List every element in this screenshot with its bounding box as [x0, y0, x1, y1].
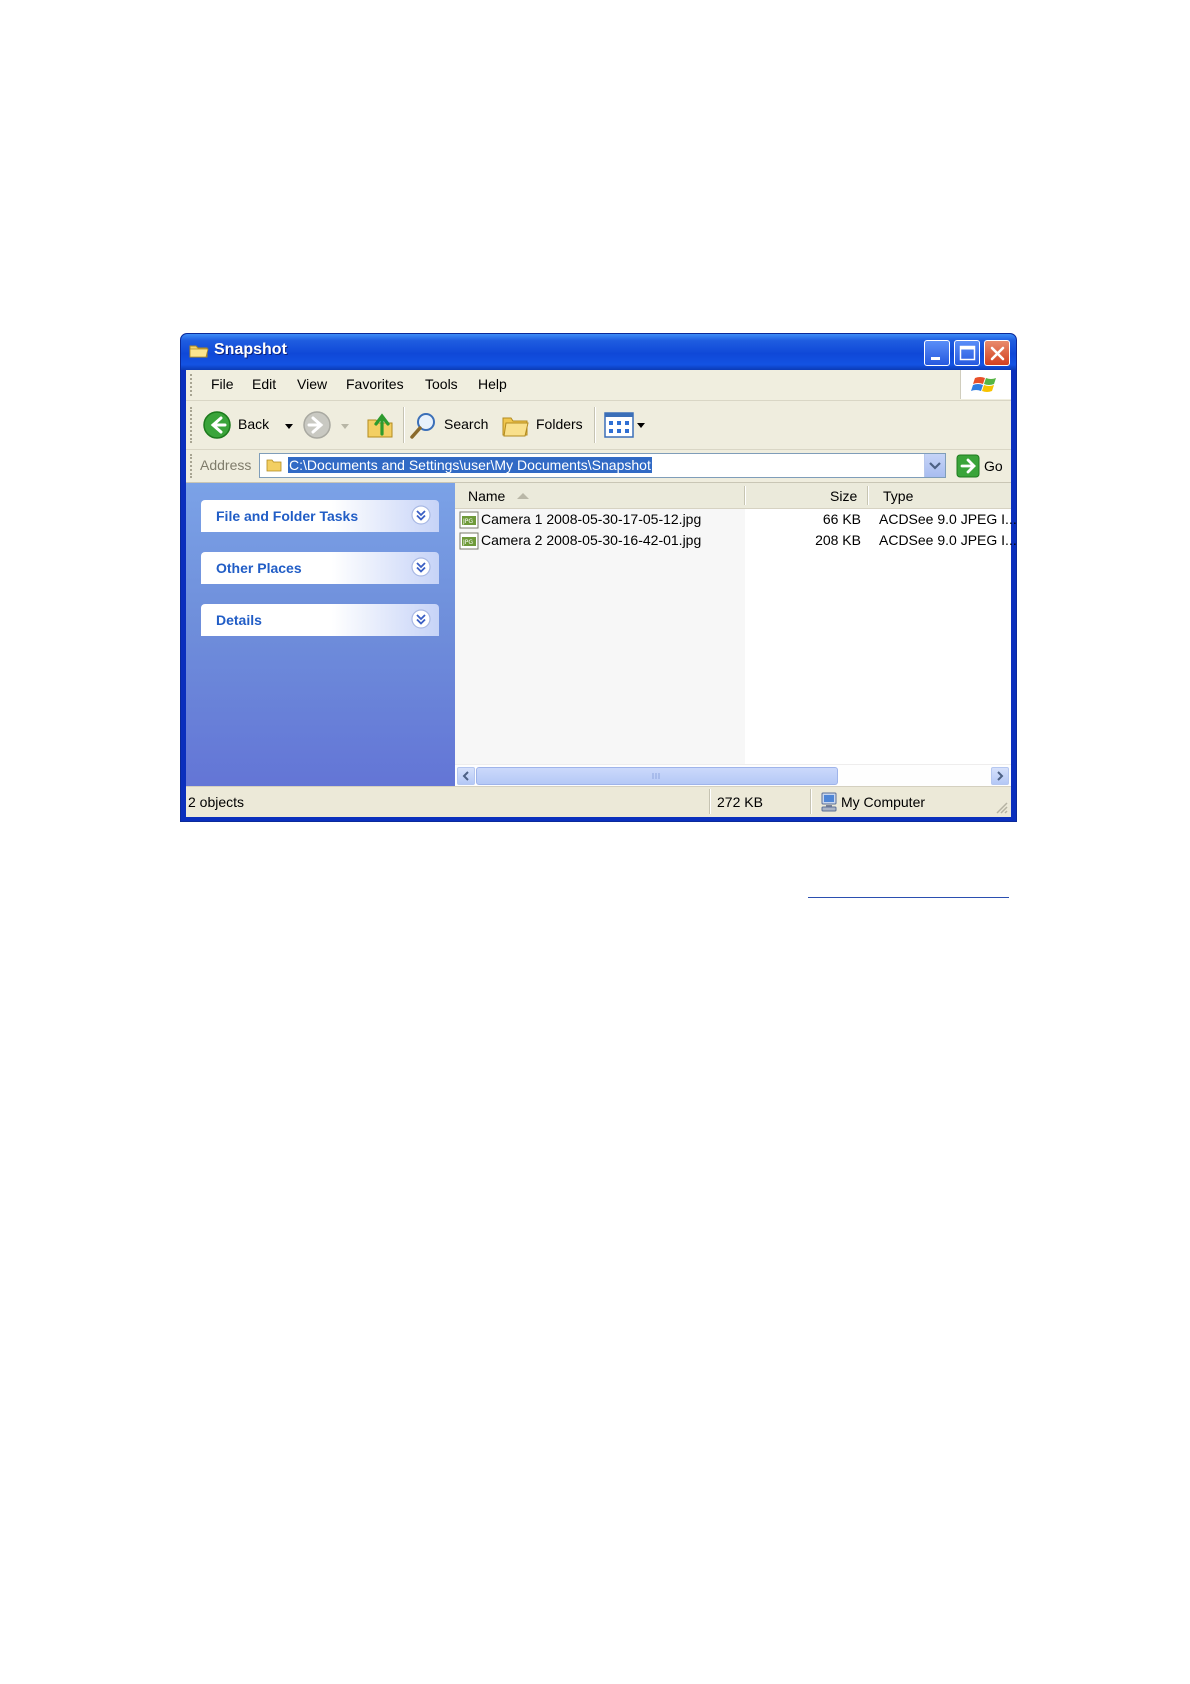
minimize-button[interactable] — [924, 340, 950, 366]
address-grip — [190, 454, 195, 478]
menu-view[interactable]: View — [297, 376, 327, 392]
forward-arrow-icon — [303, 411, 331, 439]
menu-file[interactable]: File — [211, 376, 234, 392]
address-bar: Address C:\Documents and Settings\user\M… — [186, 450, 1011, 483]
jpeg-file-icon: JPG — [459, 511, 479, 529]
panel-file-and-folder-tasks[interactable]: File and Folder Tasks — [201, 500, 439, 532]
file-name: Camera 2 2008-05-30-16-42-01.jpg — [481, 532, 702, 548]
menu-bar: File Edit View Favorites Tools Help — [186, 370, 1011, 401]
status-bar: 2 objects 272 KB My Computer — [186, 786, 1011, 817]
toolbar-separator — [403, 407, 405, 443]
chevron-right-icon — [997, 771, 1004, 781]
search-button[interactable]: Search — [409, 409, 489, 441]
address-label: Address — [200, 457, 252, 473]
maximize-icon — [959, 345, 976, 361]
panel-title: Other Places — [216, 560, 302, 576]
panel-title: Details — [216, 612, 262, 628]
file-row[interactable]: JPG Camera 1 2008-05-30-17-05-12.jpg 66 … — [455, 509, 1016, 530]
forward-button[interactable] — [302, 409, 350, 441]
folder-icon — [266, 459, 282, 472]
panel-details[interactable]: Details — [201, 604, 439, 636]
chevron-left-icon — [462, 771, 469, 781]
status-total-size: 272 KB — [717, 794, 763, 810]
horizontal-rule — [808, 897, 1009, 898]
expand-chevron-icon[interactable] — [411, 505, 431, 525]
address-dropdown-button[interactable] — [924, 454, 945, 477]
windows-flag-icon — [971, 377, 996, 392]
status-divider — [810, 789, 812, 814]
scroll-thumb[interactable] — [476, 767, 838, 785]
panel-other-places[interactable]: Other Places — [201, 552, 439, 584]
views-button[interactable] — [604, 411, 648, 439]
expand-chevron-icon[interactable] — [411, 557, 431, 577]
file-row[interactable]: JPG Camera 2 2008-05-30-16-42-01.jpg 208… — [455, 530, 1016, 551]
status-object-count: 2 objects — [188, 794, 245, 810]
back-arrow-icon — [203, 411, 231, 439]
file-name: Camera 1 2008-05-30-17-05-12.jpg — [481, 511, 702, 527]
window-title: Snapshot — [214, 341, 287, 358]
folders-label: Folders — [536, 416, 583, 432]
go-button[interactable]: Go — [954, 453, 1008, 479]
column-size-header[interactable]: Size — [830, 488, 857, 504]
column-divider[interactable] — [867, 486, 869, 505]
title-bar[interactable]: Snapshot — [181, 334, 1016, 370]
scroll-right-button[interactable] — [991, 767, 1009, 785]
file-size: 66 KB — [822, 511, 861, 527]
folders-button[interactable]: Folders — [501, 409, 585, 441]
toolbar-grip — [190, 407, 195, 443]
sort-ascending-icon — [517, 493, 529, 499]
file-type: ACDSee 9.0 JPEG I... — [879, 532, 1017, 548]
menu-grip — [190, 374, 195, 396]
chevron-down-icon — [929, 462, 941, 470]
svg-text:JPG: JPG — [462, 518, 473, 525]
go-arrow-icon — [956, 454, 980, 478]
search-icon — [410, 413, 435, 439]
column-name-header[interactable]: Name — [468, 488, 505, 504]
file-list[interactable]: Name Size Type JPG Camera 1 2008-05-30-1… — [455, 483, 1016, 764]
my-computer-icon — [821, 792, 837, 812]
panel-title: File and Folder Tasks — [216, 508, 359, 524]
file-size: 208 KB — [815, 532, 861, 548]
task-pane: File and Folder Tasks Other Places Detai… — [186, 483, 455, 787]
minimize-icon — [931, 357, 940, 360]
menu-tools[interactable]: Tools — [425, 376, 458, 392]
address-input[interactable]: C:\Documents and Settings\user\My Docume… — [259, 453, 946, 478]
horizontal-scrollbar[interactable] — [455, 764, 1011, 787]
column-divider[interactable] — [744, 486, 746, 505]
close-button[interactable] — [984, 340, 1010, 366]
up-folder-button[interactable] — [366, 409, 396, 441]
search-label: Search — [444, 416, 489, 432]
expand-chevron-icon[interactable] — [411, 609, 431, 629]
menu-help[interactable]: Help — [478, 376, 507, 392]
explorer-window: Snapshot File Edit View Favorites Tools … — [180, 333, 1017, 822]
status-divider — [709, 789, 711, 814]
menu-favorites[interactable]: Favorites — [346, 376, 404, 392]
back-dropdown-icon[interactable] — [284, 421, 294, 431]
column-header: Name Size Type — [455, 483, 1011, 509]
forward-dropdown-icon[interactable] — [340, 421, 350, 431]
file-type: ACDSee 9.0 JPEG I... — [879, 511, 1017, 527]
back-button[interactable]: Back — [202, 409, 296, 441]
resize-grip-icon[interactable] — [995, 801, 1009, 815]
standard-toolbar: Back Search Folders — [186, 401, 1011, 450]
menu-edit[interactable]: Edit — [252, 376, 276, 392]
go-label: Go — [984, 458, 1003, 474]
folder-icon — [189, 345, 209, 358]
window-client: File Edit View Favorites Tools Help Back… — [186, 370, 1016, 817]
toolbar-separator — [594, 407, 596, 443]
scroll-left-button[interactable] — [457, 767, 475, 785]
address-path[interactable]: C:\Documents and Settings\user\My Docume… — [288, 457, 652, 473]
close-icon — [990, 346, 1005, 361]
column-type-header[interactable]: Type — [883, 488, 913, 504]
up-folder-icon — [367, 413, 393, 438]
windows-logo — [960, 370, 1011, 399]
maximize-button[interactable] — [954, 340, 980, 366]
folders-icon — [502, 417, 529, 437]
jpeg-file-icon: JPG — [459, 532, 479, 550]
grip-lines-icon — [652, 773, 660, 779]
back-label: Back — [238, 416, 270, 432]
views-icon — [604, 412, 645, 438]
svg-text:JPG: JPG — [462, 539, 473, 546]
status-location: My Computer — [841, 794, 926, 810]
